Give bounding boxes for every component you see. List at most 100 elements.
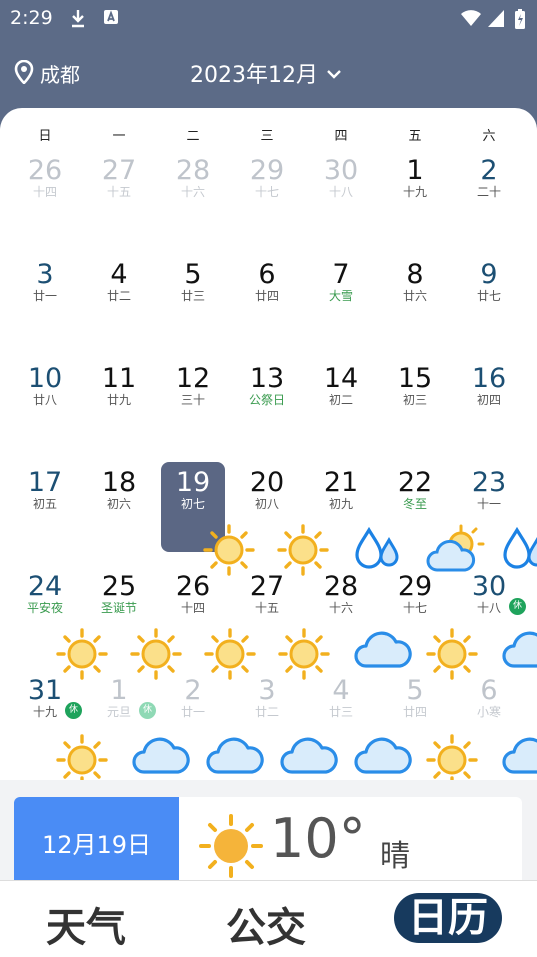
day-number: 12 <box>175 363 211 394</box>
location-pin-icon <box>14 59 34 88</box>
calendar-day[interactable]: 9 廿七 <box>453 254 525 358</box>
day-number: 3 <box>36 259 54 290</box>
day-number: 30 <box>323 155 359 186</box>
day-number: 18 <box>101 467 137 498</box>
sun-icon <box>277 524 335 576</box>
lunar-label: 廿六 <box>402 289 427 303</box>
day-number: 6 <box>480 675 498 706</box>
day-number: 1 <box>406 155 424 186</box>
signal-icon <box>487 8 505 32</box>
lunar-label: 二十 <box>476 185 501 199</box>
day-number: 19 <box>175 467 211 498</box>
calendar-day[interactable]: 27 十五 <box>83 150 155 254</box>
weekday-label: 一 <box>112 129 126 144</box>
status-bar: 2:29 <box>0 0 537 36</box>
location-name: 成都 <box>40 63 80 87</box>
holiday-badge: 休 <box>139 702 156 719</box>
weekday-label: 二 <box>186 129 200 144</box>
cloud-icon <box>130 734 190 780</box>
sun-icon <box>278 628 336 680</box>
calendar-day[interactable]: 12 三十 <box>157 358 229 462</box>
calendar-day[interactable]: 1 十九 <box>379 150 451 254</box>
calendar-day[interactable]: 3 廿一 <box>9 254 81 358</box>
tab-bus[interactable]: 公交 <box>226 895 306 953</box>
lunar-label: 十五 <box>106 185 131 199</box>
month-selector[interactable]: 2023年12月 <box>190 57 342 89</box>
calendar-day[interactable]: 17 初五 <box>9 462 81 566</box>
calendar-day[interactable]: 11 廿九 <box>83 358 155 462</box>
day-number: 7 <box>332 259 350 290</box>
day-number: 9 <box>480 259 498 290</box>
day-number: 3 <box>258 675 276 706</box>
day-number: 2 <box>184 675 202 706</box>
lunar-label: 廿四 <box>254 289 279 303</box>
day-number: 6 <box>258 259 276 290</box>
calendar-day[interactable]: 6 廿四 <box>231 254 303 358</box>
lunar-label: 初二 <box>328 393 353 407</box>
today-temperature: 10° <box>270 807 366 870</box>
lunar-label: 十四 <box>32 185 57 199</box>
location-selector[interactable]: 成都 <box>14 59 80 88</box>
calendar-day[interactable]: 16 初四 <box>453 358 525 462</box>
day-number: 5 <box>406 675 424 706</box>
holiday-badge: 休 <box>65 702 82 719</box>
day-number: 27 <box>101 155 137 186</box>
weekday-label: 日 <box>38 129 52 144</box>
lunar-label: 初五 <box>32 497 57 511</box>
lunar-label: 十六 <box>180 185 205 199</box>
calendar-day[interactable]: 29 十七 <box>231 150 303 254</box>
today-weather-card[interactable]: 12月19日 10° 晴 <box>14 797 522 887</box>
sun-icon <box>426 734 484 780</box>
day-number: 28 <box>175 155 211 186</box>
sun-icon <box>204 628 262 680</box>
calendar-day[interactable]: 28 十六 <box>157 150 229 254</box>
day-number: 23 <box>471 467 507 498</box>
calendar-day[interactable]: 10 廿八 <box>9 358 81 462</box>
lunar-label: 廿二 <box>106 289 131 303</box>
day-number: 4 <box>332 675 350 706</box>
calendar-day[interactable]: 2 二十 <box>453 150 525 254</box>
lunar-label: 平安夜 <box>26 601 63 615</box>
month-label: 2023年12月 <box>190 63 318 88</box>
lunar-label: 初四 <box>476 393 501 407</box>
lunar-label: 公祭日 <box>248 393 285 407</box>
calendar-day[interactable]: 30 十八 <box>305 150 377 254</box>
sun-icon <box>56 734 114 780</box>
lunar-label: 廿二 <box>254 705 279 719</box>
calendar-day[interactable]: 8 廿六 <box>379 254 451 358</box>
day-number: 10 <box>27 363 63 394</box>
tab-weather[interactable]: 天气 <box>46 895 126 953</box>
day-number: 24 <box>27 571 63 602</box>
calendar-day[interactable]: 18 初六 <box>83 462 155 566</box>
lunar-label: 冬至 <box>402 497 427 511</box>
lunar-label: 初八 <box>254 497 279 511</box>
calendar-day[interactable]: 26 十四 <box>9 150 81 254</box>
day-number: 22 <box>397 467 433 498</box>
lunar-label: 廿三 <box>328 705 353 719</box>
cloud-icon <box>204 734 264 780</box>
day-number: 16 <box>471 363 507 394</box>
calendar-day[interactable]: 5 廿三 <box>157 254 229 358</box>
calendar-day[interactable]: 15 初三 <box>379 358 451 462</box>
cloud-icon <box>352 734 412 780</box>
calendar-day[interactable]: 7 大雪 <box>305 254 377 358</box>
rain-icon <box>499 524 537 574</box>
day-number: 26 <box>27 155 63 186</box>
lunar-label: 大雪 <box>328 289 353 303</box>
tab-calendar[interactable]: 日历 <box>394 893 502 943</box>
calendar-day[interactable]: 13 公祭日 <box>231 358 303 462</box>
sun-icon <box>198 813 264 883</box>
lunar-label: 廿八 <box>32 393 57 407</box>
day-number: 29 <box>249 155 285 186</box>
weekday-label: 三 <box>260 129 274 144</box>
day-number: 17 <box>27 467 63 498</box>
lunar-label: 廿一 <box>32 289 57 303</box>
day-number: 25 <box>101 571 137 602</box>
lunar-label: 廿七 <box>476 289 501 303</box>
day-number: 4 <box>110 259 128 290</box>
cloud-icon <box>500 734 537 780</box>
calendar-day[interactable]: 14 初二 <box>305 358 377 462</box>
calendar-day[interactable]: 4 廿二 <box>83 254 155 358</box>
lunar-label: 初九 <box>328 497 353 511</box>
lunar-label: 圣诞节 <box>100 601 137 615</box>
